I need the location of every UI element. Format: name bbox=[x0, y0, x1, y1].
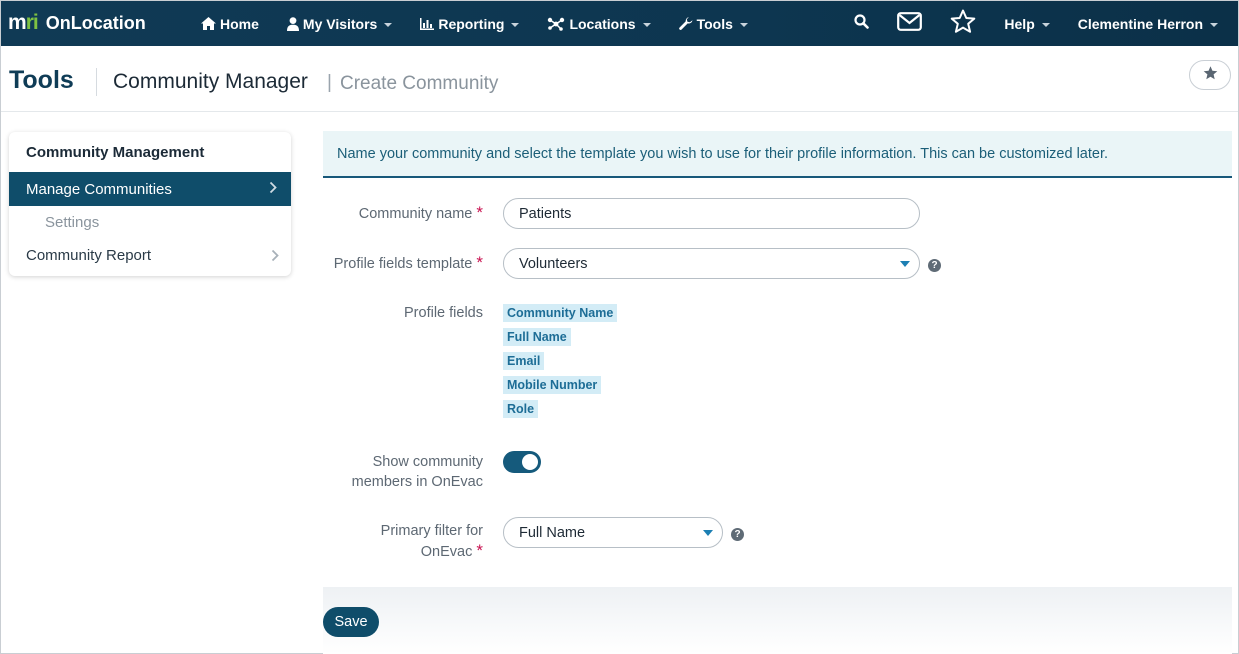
sidebar-item-label: Community Report bbox=[26, 247, 152, 264]
favorites-button[interactable] bbox=[936, 1, 990, 46]
sidebar-menu: Community Management Manage Communities … bbox=[9, 132, 291, 276]
toggle-knob bbox=[522, 454, 538, 470]
user-menu[interactable]: Clementine Herron bbox=[1064, 1, 1238, 46]
nav-right-group: Help Clementine Herron bbox=[840, 1, 1238, 46]
template-select-value: Volunteers bbox=[519, 255, 588, 272]
profile-field-tag: Community Name bbox=[503, 304, 618, 322]
save-button[interactable]: Save bbox=[323, 607, 379, 637]
nav-locations-label: Locations bbox=[569, 15, 636, 32]
form-footer bbox=[323, 587, 1232, 654]
community-name-label: Community name * bbox=[358, 203, 483, 222]
home-icon bbox=[201, 17, 216, 30]
star-icon bbox=[1203, 65, 1218, 85]
community-name-input[interactable] bbox=[503, 198, 920, 229]
nav-reporting[interactable]: Reporting bbox=[406, 1, 533, 46]
page-section-title: Tools bbox=[9, 66, 74, 94]
sidebar-item-community-report[interactable]: Community Report bbox=[26, 247, 279, 266]
wrench-icon bbox=[678, 16, 693, 31]
required-mark: * bbox=[476, 541, 483, 560]
messages-button[interactable] bbox=[883, 1, 936, 46]
nav-my-visitors-label: My Visitors bbox=[302, 15, 378, 32]
nav-tools-label: Tools bbox=[696, 15, 733, 32]
caret-down-icon bbox=[900, 261, 910, 267]
search-icon bbox=[854, 13, 870, 34]
network-icon bbox=[547, 17, 565, 31]
nav-home-label: Home bbox=[220, 15, 259, 32]
chevron-down-icon bbox=[739, 22, 748, 27]
nav-help[interactable]: Help bbox=[990, 1, 1063, 46]
chevron-down-icon bbox=[511, 22, 520, 27]
nav-reporting-label: Reporting bbox=[438, 15, 505, 32]
chevron-down-icon bbox=[1210, 22, 1218, 27]
primary-filter-select[interactable]: Full Name bbox=[503, 517, 723, 548]
help-icon[interactable]: ? bbox=[731, 528, 744, 541]
nav-locations[interactable]: Locations bbox=[533, 1, 664, 46]
profile-field-tag: Email bbox=[503, 352, 545, 370]
required-mark: * bbox=[476, 253, 483, 272]
nav-tools[interactable]: Tools bbox=[665, 1, 762, 46]
profile-field-tag: Full Name bbox=[503, 328, 571, 346]
profile-fields-label: Profile fields bbox=[404, 305, 483, 321]
template-select[interactable]: Volunteers bbox=[503, 248, 920, 279]
user-name: Clementine Herron bbox=[1077, 15, 1203, 32]
info-banner: Name your community and select the templ… bbox=[323, 131, 1232, 178]
page-title: Community Manager bbox=[113, 70, 308, 93]
top-navbar: mri OnLocation Home My Visitors Reportin… bbox=[1, 1, 1238, 46]
chevron-down-icon bbox=[384, 22, 393, 27]
nav-my-visitors[interactable]: My Visitors bbox=[273, 1, 406, 46]
help-icon[interactable]: ? bbox=[928, 259, 941, 272]
envelope-icon bbox=[897, 11, 923, 36]
profile-field-tag: Role bbox=[503, 400, 539, 418]
chevron-right-icon bbox=[271, 249, 279, 266]
page-header: Tools Community Manager | Create Communi… bbox=[1, 46, 1238, 112]
profile-field-tag: Mobile Number bbox=[503, 376, 602, 394]
user-icon bbox=[286, 16, 299, 31]
sidebar-item-settings[interactable]: Settings bbox=[45, 214, 99, 231]
star-outline-icon bbox=[950, 9, 976, 39]
sidebar-heading: Community Management bbox=[26, 144, 205, 161]
required-mark: * bbox=[476, 203, 483, 222]
chevron-down-icon bbox=[642, 22, 651, 27]
sidebar-item-label: Manage Communities bbox=[26, 180, 172, 198]
title-separator: | bbox=[327, 72, 332, 93]
show-members-label: Show community members in OnEvac bbox=[351, 454, 483, 490]
sidebar-item-manage-communities[interactable]: Manage Communities bbox=[9, 172, 291, 206]
search-button[interactable] bbox=[840, 1, 883, 46]
chevron-down-icon bbox=[1041, 22, 1050, 27]
page-subtitle: Create Community bbox=[340, 73, 499, 94]
nav-help-label: Help bbox=[1004, 15, 1035, 32]
mri-logo-mark: mri bbox=[8, 10, 39, 34]
chevron-right-icon bbox=[269, 181, 277, 198]
brand-logo[interactable]: mri OnLocation bbox=[1, 1, 187, 46]
primary-filter-label: Primary filter for OnEvac * bbox=[380, 523, 483, 560]
caret-down-icon bbox=[703, 530, 713, 536]
template-label: Profile fields template * bbox=[333, 253, 483, 272]
header-divider bbox=[96, 68, 97, 96]
add-favorite-button[interactable] bbox=[1189, 60, 1231, 90]
brand-name: OnLocation bbox=[45, 13, 146, 33]
bar-chart-icon bbox=[420, 17, 435, 30]
primary-filter-value: Full Name bbox=[519, 524, 586, 541]
nav-home[interactable]: Home bbox=[187, 1, 273, 46]
show-members-toggle[interactable] bbox=[503, 451, 541, 473]
